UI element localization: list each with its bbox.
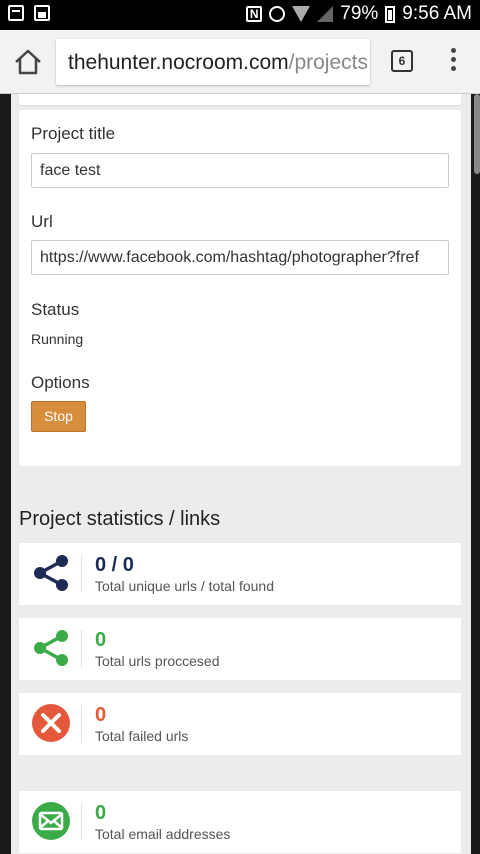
battery-icon	[385, 5, 396, 23]
url-host: thehunter.nocroom.com	[68, 51, 289, 74]
project-details-card: Project title face test Url https://www.…	[19, 110, 461, 466]
stat-value: 0	[95, 704, 107, 726]
share-icon	[34, 555, 68, 591]
status-bar: N 79% 9:56 AM	[0, 0, 480, 30]
stop-button[interactable]: Stop	[31, 401, 86, 432]
project-title-label: Project title	[31, 124, 116, 143]
project-title-input[interactable]: face test	[31, 153, 449, 188]
status-value: Running	[31, 331, 84, 347]
stat-email-addresses: 0 Total email addresses	[19, 791, 461, 853]
stat-label: Total email addresses	[95, 826, 231, 842]
battery-percent: 79%	[340, 3, 379, 24]
stat-urls-processed: 0 Total urls proccesed	[19, 618, 461, 680]
stat-failed-urls: 0 Total failed urls	[19, 693, 461, 755]
card-top-edge	[19, 94, 461, 106]
stat-value: 0	[95, 629, 107, 651]
signal-icon	[317, 6, 334, 22]
clock: 9:56 AM	[402, 3, 472, 24]
stat-unique-urls: 0 / 0 Total unique urls / total found	[19, 543, 461, 605]
status-bar-system: N 79% 9:56 AM	[246, 3, 472, 25]
stat-label: Total failed urls	[95, 728, 189, 744]
page-content: Project title face test Url https://www.…	[11, 94, 471, 854]
stat-label: Total unique urls / total found	[95, 578, 275, 594]
home-icon[interactable]	[12, 46, 44, 78]
tab-switcher-button[interactable]: 6	[391, 50, 413, 72]
close-circle-icon	[32, 704, 70, 742]
envelope-icon	[32, 802, 70, 840]
stat-label: Total urls proccesed	[95, 653, 220, 669]
statistics-title: Project statistics / links	[19, 508, 221, 530]
address-bar[interactable]: thehunter.nocroom.com/projects	[56, 39, 370, 85]
url-label: Url	[31, 212, 53, 231]
alarm-icon	[269, 6, 286, 22]
url-input[interactable]: https://www.facebook.com/hashtag/photogr…	[31, 240, 449, 275]
share-icon	[34, 630, 68, 666]
stat-value: 0	[95, 802, 107, 824]
nfc-icon: N	[246, 6, 263, 22]
url-path: /projects	[288, 51, 368, 74]
browser-toolbar: thehunter.nocroom.com/projects 6	[0, 30, 480, 94]
status-bar-notifications	[8, 5, 50, 21]
wifi-icon	[292, 6, 311, 22]
stat-value: 0 / 0	[95, 554, 134, 576]
screenshot-notification-icon	[34, 5, 50, 21]
status-label: Status	[31, 300, 80, 319]
page-scrollbar[interactable]	[474, 94, 480, 174]
options-label: Options	[31, 373, 90, 392]
overflow-menu-icon[interactable]	[448, 48, 458, 76]
gallery-notification-icon	[8, 5, 24, 21]
